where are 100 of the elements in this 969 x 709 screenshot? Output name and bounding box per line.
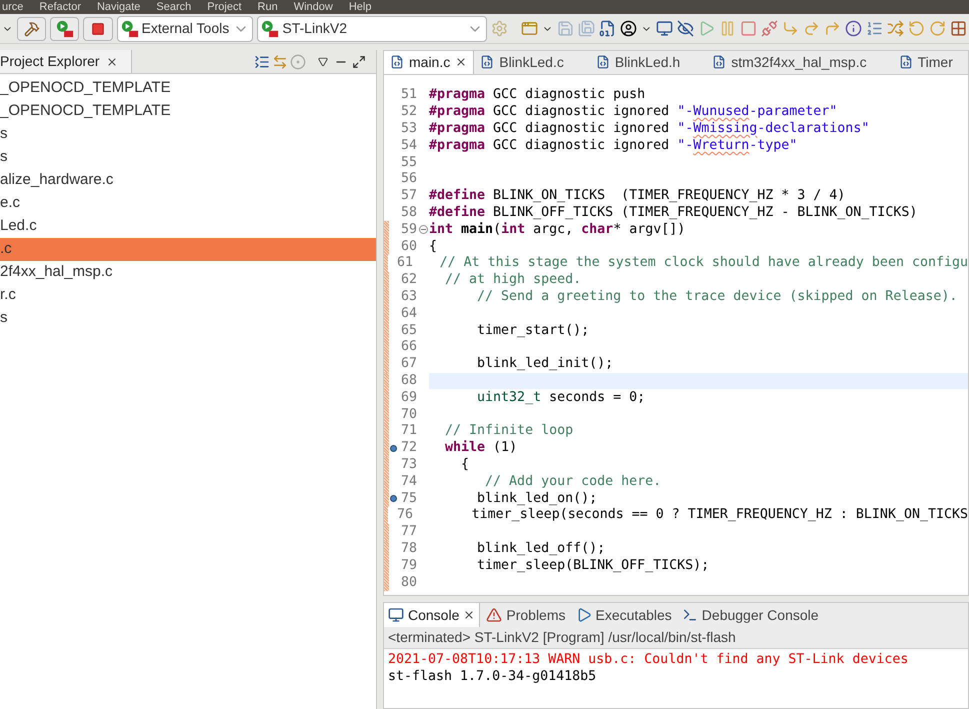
tree-item[interactable]: s — [0, 146, 376, 169]
tree-item[interactable]: .c — [0, 238, 376, 261]
line-number: 58 — [400, 204, 417, 222]
tab-label: Timer — [918, 52, 953, 72]
line-number: 71 — [400, 422, 417, 440]
code-line: // Add your code here. — [484, 472, 662, 491]
line-number: 61 — [396, 254, 414, 272]
console-tab[interactable]: Console — [384, 603, 480, 627]
menu-item[interactable]: Run — [258, 1, 278, 13]
code-line: blink_led_on(); — [476, 490, 598, 508]
editor-tab[interactable]: BlinkLed.c — [474, 51, 590, 74]
editor-tab[interactable]: main.c — [384, 51, 474, 74]
editor-tab[interactable]: BlinkLed.h — [590, 51, 706, 74]
c-file-icon — [596, 55, 610, 69]
disconnect-icon[interactable] — [761, 20, 778, 37]
console-tab[interactable]: Debugger Console — [678, 603, 823, 627]
close-icon[interactable] — [455, 56, 468, 68]
editor-tab[interactable]: Timer — [892, 51, 968, 74]
tree-item[interactable]: e.c — [0, 192, 376, 215]
misspelled-word: Wreturn — [693, 136, 750, 155]
code-text: -type" — [749, 136, 798, 155]
line-number: 69 — [400, 388, 417, 407]
hammer-icon — [24, 20, 40, 36]
menu-item[interactable]: Project — [207, 1, 242, 13]
code-text: #pragma — [429, 103, 486, 122]
build-button[interactable] — [16, 16, 46, 40]
fold-icon[interactable] — [418, 225, 428, 234]
line-number: 53 — [400, 120, 417, 138]
list-icon[interactable] — [866, 20, 883, 37]
code-line: // Send a greeting to the trace device (skipped on Release). — [476, 288, 958, 306]
line-number: 75 — [400, 490, 417, 508]
line-number: 56 — [400, 170, 417, 188]
line-number: 77 — [400, 523, 417, 542]
editor-tab[interactable]: stm32f4xx_hal_msp.c — [706, 51, 893, 74]
breakpoint-icon[interactable] — [390, 495, 396, 502]
line-number: 79 — [400, 556, 417, 575]
launch-mode-dropdown[interactable]: External Tools — [116, 16, 254, 42]
tab-label: stm32f4xx_hal_msp.c — [731, 52, 867, 72]
code-text: GCC diagnostic ignored — [492, 103, 670, 122]
tab-label: Problems — [506, 606, 566, 624]
code-text: "- — [677, 136, 694, 155]
view-menu-icon[interactable] — [318, 56, 328, 66]
console-header: <terminated> ST-LinkV2 [Program] /usr/local/bin/st-flash — [384, 627, 968, 649]
console-tab[interactable]: Problems — [482, 603, 570, 627]
close-icon[interactable] — [463, 609, 476, 621]
code-line: // at high speed. — [444, 271, 582, 290]
line-number: 63 — [400, 288, 417, 306]
tree-item[interactable]: s — [0, 123, 376, 146]
code-line: { — [460, 456, 470, 474]
menu-item[interactable]: urce — [2, 1, 24, 13]
tree-item[interactable]: Led.c — [0, 215, 376, 238]
code-line: int main(int argc, char* argv[]) — [429, 220, 686, 239]
code-line: uint32_t seconds = 0; — [476, 388, 646, 407]
line-number: 74 — [400, 472, 417, 491]
line-number: 67 — [400, 355, 417, 374]
menu-item[interactable]: Help — [348, 1, 372, 13]
line-number: 70 — [400, 406, 417, 424]
tree-item[interactable]: _OPENOCD_TEMPLATE — [0, 100, 376, 123]
monitor-icon — [388, 607, 404, 623]
c-file-icon — [712, 55, 726, 69]
stop-icon — [90, 22, 105, 36]
tree-item[interactable]: _OPENOCD_TEMPLATE — [0, 77, 376, 100]
code-text: "- — [677, 120, 694, 138]
tree-item[interactable]: r.c — [0, 284, 376, 307]
stop-button[interactable] — [83, 16, 113, 40]
misspelled-word: Wunused — [693, 103, 750, 122]
panel-tab[interactable]: Project Explorer — [0, 50, 132, 73]
tab-label: Executables — [596, 606, 672, 624]
menu-item[interactable]: Search — [156, 1, 192, 13]
person-icon[interactable] — [620, 20, 638, 37]
grid-icon[interactable] — [950, 20, 967, 37]
c-file-icon — [390, 55, 404, 69]
maximize-icon[interactable] — [352, 54, 366, 68]
dropdown-value: ST-LinkV2 — [282, 19, 348, 38]
menu-item[interactable]: Refactor — [39, 1, 81, 13]
binary-file-icon[interactable] — [599, 20, 616, 37]
code-line: timer_sleep(BLINK_OFF_TICKS); — [476, 556, 710, 575]
console-line: st-flash 1.7.0-34-g01418b5 — [388, 668, 598, 685]
menu-item[interactable]: Navigate — [96, 1, 140, 13]
console-tab[interactable]: Executables — [572, 603, 676, 627]
code-line: #define BLINK_ON_TICKS (TIMER_FREQUENCY_HZ * 3 / 4) — [429, 187, 846, 205]
run-button[interactable] — [50, 16, 80, 40]
menu-item[interactable]: Window — [294, 1, 333, 13]
breakpoint-icon[interactable] — [390, 444, 396, 452]
tree-item[interactable]: s — [0, 307, 376, 330]
code-line: timer_sleep(seconds == 0 ? TIMER_FREQUENCY_HZ : BLINK_ON_TICKS — [470, 506, 968, 524]
close-icon[interactable] — [106, 56, 118, 68]
tree-item[interactable]: alize_hardware.c — [0, 169, 376, 192]
code-line: // Infinite loop — [444, 422, 574, 440]
info-icon[interactable] — [845, 20, 862, 37]
tree-item[interactable]: 2f4xx_hal_msp.c — [0, 261, 376, 284]
line-number: 55 — [400, 154, 417, 172]
line-number: 68 — [400, 372, 417, 390]
collapse-all-icon[interactable] — [254, 54, 270, 70]
code-text: GCC diagnostic ignored — [492, 136, 670, 155]
warning-icon — [486, 607, 502, 623]
launch-config-dropdown[interactable]: ST-LinkV2 — [257, 16, 487, 42]
line-number: 66 — [400, 338, 417, 356]
code-line: timer_start(); — [476, 322, 590, 340]
monitor-icon[interactable] — [656, 20, 673, 37]
